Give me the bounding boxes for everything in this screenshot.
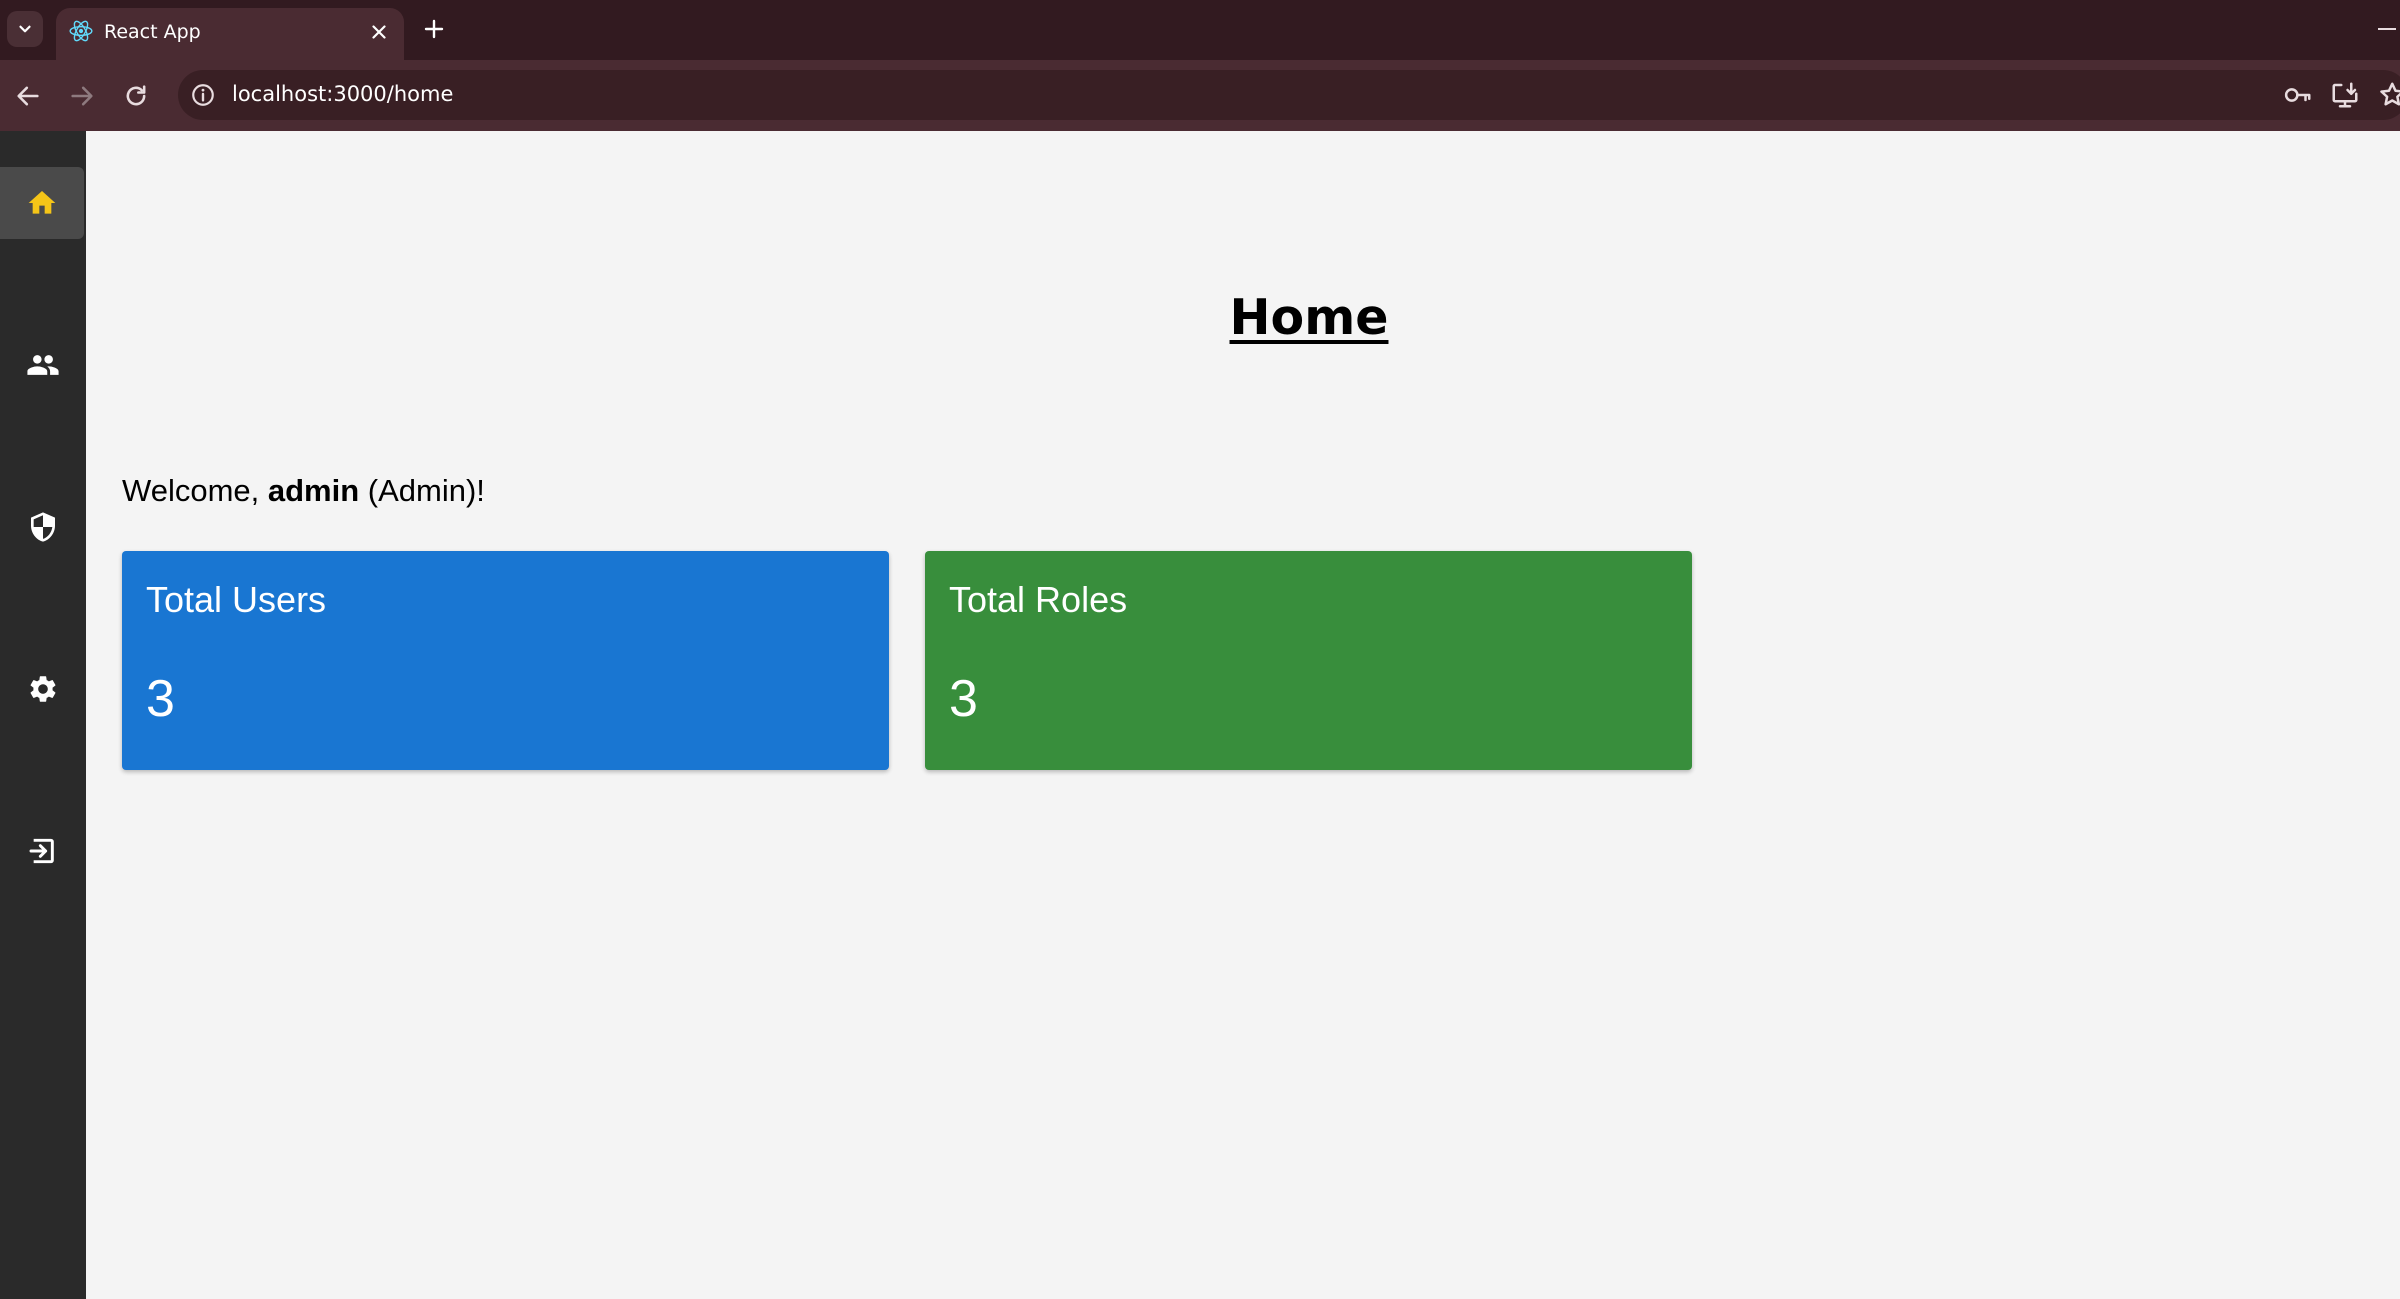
forward-arrow-icon[interactable] <box>68 82 96 110</box>
home-icon <box>28 191 56 214</box>
chevron-down-icon <box>19 25 31 33</box>
sidebar <box>0 131 86 1299</box>
react-logo-icon <box>69 20 93 42</box>
logout-icon <box>29 838 54 864</box>
browser-toolbar: localhost:3000/home <box>0 60 2400 131</box>
tab-search-button[interactable] <box>7 11 43 47</box>
browser-tab-bar: React App <box>0 0 2400 60</box>
new-tab-icon[interactable] <box>422 17 446 41</box>
bookmark-star-icon[interactable] <box>2377 80 2400 110</box>
sidebar-item-users[interactable] <box>0 329 86 401</box>
card-value: 3 <box>949 670 978 728</box>
tab-title: React App <box>104 21 201 43</box>
card-title: Total Users <box>146 579 327 620</box>
info-icon[interactable] <box>190 82 216 108</box>
card-title: Total Roles <box>949 579 1128 620</box>
welcome-prefix: Welcome, <box>122 473 268 508</box>
key-icon[interactable] <box>2283 80 2313 110</box>
sidebar-item-roles[interactable] <box>0 491 86 563</box>
minimize-window-button[interactable] <box>2378 28 2396 30</box>
username: admin <box>267 473 360 508</box>
sidebar-item-settings[interactable] <box>0 653 86 725</box>
browser-tab[interactable]: React App <box>56 8 404 60</box>
install-app-icon[interactable] <box>2330 80 2360 110</box>
main-content: Home Welcome, admin (Admin)! Total Users… <box>86 131 2400 1299</box>
back-arrow-icon[interactable] <box>14 82 42 110</box>
address-bar[interactable]: localhost:3000/home <box>178 70 2400 120</box>
sidebar-item-home[interactable] <box>0 167 84 239</box>
page-title: Home <box>1229 289 1389 346</box>
card-value: 3 <box>146 670 175 728</box>
welcome-message: Welcome, admin (Admin)! <box>122 473 485 509</box>
welcome-suffix: (Admin)! <box>359 473 485 508</box>
sidebar-item-logout[interactable] <box>0 815 86 887</box>
shield-icon <box>31 512 55 542</box>
total-roles-card: Total Roles 3 <box>925 551 1692 770</box>
close-icon[interactable] <box>368 21 390 43</box>
users-icon <box>27 355 59 375</box>
gear-icon <box>30 676 56 702</box>
reload-icon[interactable] <box>122 82 150 110</box>
url-text: localhost:3000/home <box>232 82 454 106</box>
total-users-card: Total Users 3 <box>122 551 889 770</box>
